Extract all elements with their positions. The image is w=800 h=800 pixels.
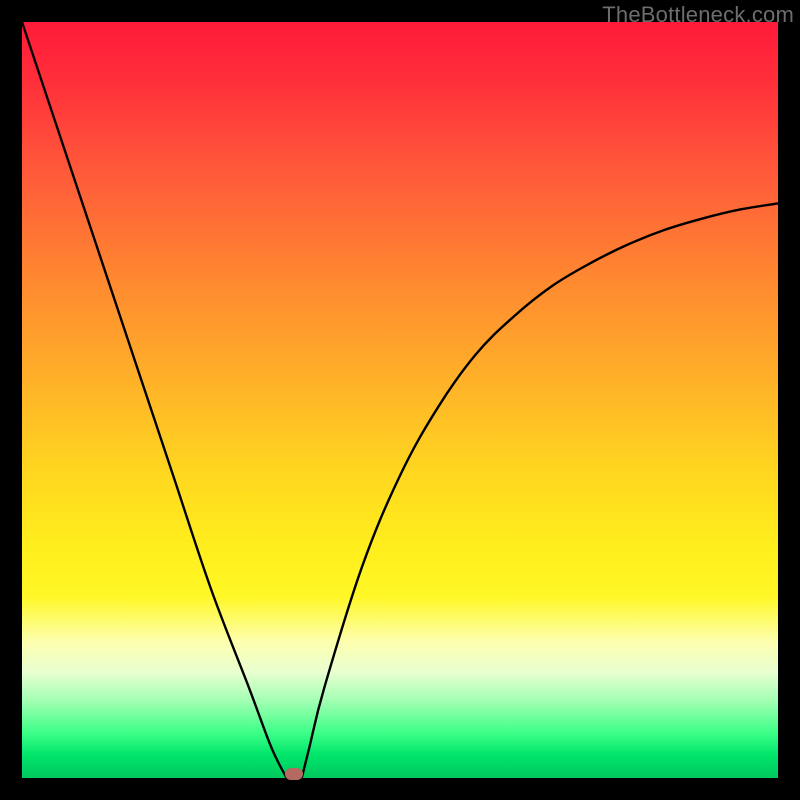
plot-area [22,22,778,778]
outer-frame: TheBottleneck.com [0,0,800,800]
optimal-point-marker [285,768,303,780]
bottleneck-curve [22,22,778,778]
